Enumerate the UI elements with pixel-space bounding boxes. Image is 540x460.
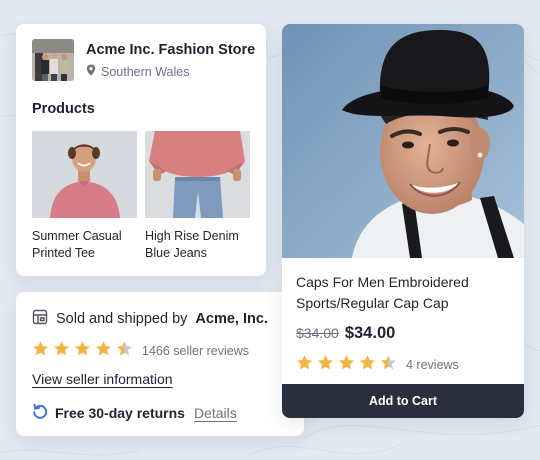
details-link[interactable]: Details: [194, 405, 237, 421]
star-icon: [317, 354, 334, 376]
product-image[interactable]: [145, 131, 250, 218]
product-title[interactable]: Caps For Men Embroidered Sports/Regular …: [296, 272, 512, 314]
star-icon: [296, 354, 313, 376]
star-half-icon: [380, 354, 397, 376]
products-heading: Products: [32, 101, 95, 117]
product-name[interactable]: High Rise Denim Blue Jeans: [145, 228, 250, 262]
store-name[interactable]: Acme Inc. Fashion Store: [86, 42, 255, 58]
map-pin-icon: [86, 64, 96, 79]
current-price: $34.00: [344, 324, 396, 342]
product-reviews-count: 4 reviews: [406, 358, 459, 372]
product-rating: 4 reviews: [296, 354, 459, 376]
store-header: Acme Inc. Fashion Store Southern Wales: [32, 39, 256, 83]
star-icon: [95, 340, 112, 362]
store-location: Southern Wales: [86, 64, 189, 79]
star-icon: [32, 340, 49, 362]
product-name[interactable]: Summer Casual Printed Tee: [32, 228, 137, 262]
return-arrow-icon: [32, 403, 48, 422]
product-hero-image[interactable]: [282, 24, 524, 258]
view-seller-link[interactable]: View seller information: [32, 371, 173, 387]
price-row: $34.00 $34.00: [296, 324, 395, 343]
store-card: Acme Inc. Fashion Store Southern Wales P…: [16, 24, 266, 276]
product-tile[interactable]: High Rise Denim Blue Jeans: [145, 131, 250, 262]
star-icon: [359, 354, 376, 376]
add-to-cart-button[interactable]: Add to Cart: [282, 384, 524, 418]
star-icon: [74, 340, 91, 362]
product-card: Caps For Men Embroidered Sports/Regular …: [282, 24, 524, 418]
seller-name: Acme, Inc.: [195, 311, 268, 327]
storefront-icon: [32, 309, 48, 329]
seller-reviews-count: 1466 seller reviews: [142, 344, 249, 358]
store-location-text: Southern Wales: [101, 64, 190, 79]
store-avatar[interactable]: [32, 39, 74, 81]
original-price: $34.00: [296, 325, 339, 341]
sold-by-text: Sold and shipped by: [56, 311, 188, 327]
star-icon: [338, 354, 355, 376]
sold-by-row: Sold and shipped by Acme, Inc.: [32, 309, 268, 329]
seller-card: Sold and shipped by Acme, Inc. 1466 sell…: [16, 292, 304, 436]
returns-text: Free 30-day returns: [55, 404, 185, 421]
seller-rating: 1466 seller reviews: [32, 340, 249, 362]
product-image[interactable]: [32, 131, 137, 218]
star-half-icon: [116, 340, 133, 362]
returns-row: Free 30-day returns Details: [32, 403, 237, 422]
star-icon: [53, 340, 70, 362]
product-tile[interactable]: Summer Casual Printed Tee: [32, 131, 137, 262]
